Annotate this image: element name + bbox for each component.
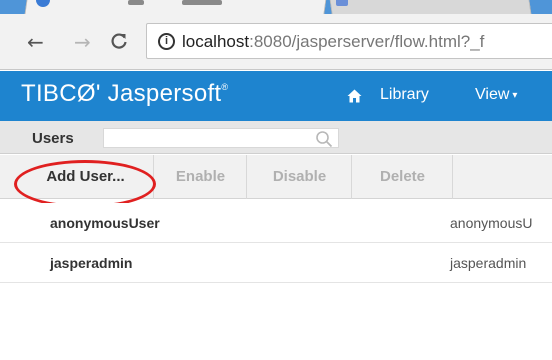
address-bar[interactable]: i localhost:8080/jasperserver/flow.html?… (146, 23, 552, 59)
url-text[interactable]: localhost:8080/jasperserver/flow.html?_f (182, 32, 484, 52)
tab-favicon-icon (336, 0, 348, 6)
disable-button[interactable]: Disable (248, 155, 352, 199)
brand-name: TIBCØ' Jaspersoft (21, 80, 222, 107)
url-host: localhost (182, 32, 250, 51)
chevron-down-icon: ▾ (512, 90, 518, 101)
user-id: jasperadmin (450, 255, 527, 271)
search-icon[interactable] (315, 130, 333, 148)
menu-view[interactable]: View ▾ (475, 86, 517, 104)
app-header: TIBCØ' Jaspersoft® Library View ▾ (0, 71, 552, 121)
search-input[interactable] (103, 128, 339, 148)
reload-icon[interactable] (110, 32, 128, 53)
info-icon[interactable]: i (158, 33, 175, 50)
user-list-row[interactable]: anonymousUser anonymousU (0, 203, 552, 243)
reload-icon-glyph (111, 33, 127, 49)
user-name[interactable]: anonymousUser (50, 215, 160, 231)
user-id: anonymousU (450, 215, 533, 231)
tab-title-fragment (182, 0, 222, 5)
url-path: :8080/jasperserver/flow.html?_f (249, 32, 485, 51)
tab-title-fragment (128, 0, 144, 5)
users-search-bar: Users (0, 121, 552, 154)
user-name[interactable]: jasperadmin (50, 255, 132, 271)
panel-title: Users (32, 130, 74, 147)
browser-tab-active[interactable] (24, 0, 328, 14)
registered-mark: ® (221, 82, 229, 92)
user-list-row[interactable]: jasperadmin jasperadmin (0, 243, 552, 283)
home-icon[interactable] (347, 89, 362, 103)
brand-logo[interactable]: TIBCØ' Jaspersoft® (21, 80, 228, 108)
browser-toolbar: ← → i localhost:8080/jasperserver/flow.h… (0, 14, 552, 70)
menu-view-label: View (475, 86, 510, 103)
enable-button[interactable]: Enable (155, 155, 247, 199)
annotation-highlight-circle (14, 160, 156, 208)
forward-arrow-icon[interactable]: → (74, 32, 91, 52)
browser-tab-inactive[interactable] (328, 0, 532, 14)
back-arrow-icon[interactable]: ← (27, 32, 44, 52)
delete-button[interactable]: Delete (353, 155, 453, 199)
menu-library[interactable]: Library (380, 86, 429, 104)
browser-tabstrip (0, 0, 552, 14)
